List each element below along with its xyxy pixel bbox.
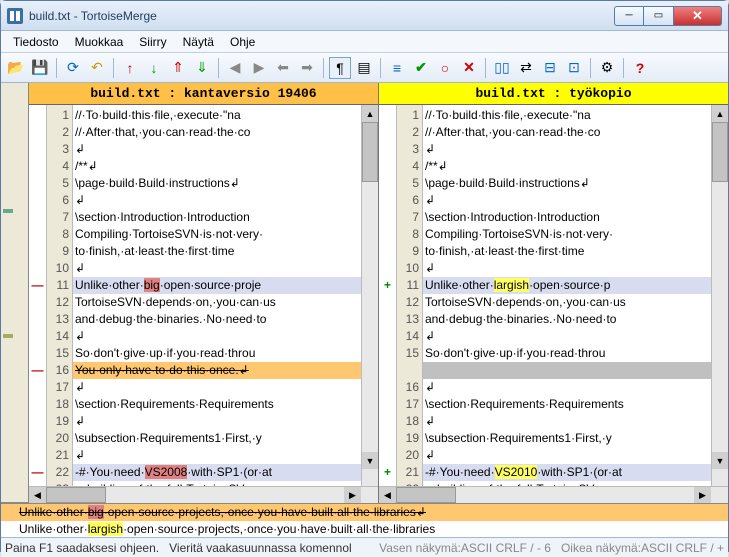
left-block-icon[interactable]: ◀ — [224, 57, 246, 79]
right-code[interactable]: //·To·build·this·file,·execute·"na//·Aft… — [423, 105, 711, 486]
status-left-view: Vasen näkymä:ASCII CRLF / - 6 — [379, 541, 551, 555]
menu-help[interactable]: Ohje — [222, 33, 263, 51]
next-conflict-icon[interactable]: ⇓ — [191, 57, 213, 79]
prev-diff-icon[interactable]: ↑ — [119, 57, 141, 79]
save-icon[interactable]: 💾 — [29, 57, 51, 79]
status-right-view: Oikea näkymä:ASCII CRLF / + — [561, 541, 724, 555]
right-change-marks: + + — [379, 105, 397, 486]
open-icon[interactable]: 📂 — [5, 57, 27, 79]
help-icon[interactable]: ? — [629, 57, 651, 79]
title-bar: build.txt - TortoiseMerge ─ ▭ ✕ — [1, 1, 728, 31]
inline-diff-icon[interactable]: ▤ — [353, 57, 375, 79]
prev-conflict-icon[interactable]: ⇑ — [167, 57, 189, 79]
right-vscroll[interactable]: ▲▼ — [711, 105, 728, 486]
left-code[interactable]: //·To·build·this·file,·execute·"na//·Aft… — [73, 105, 361, 486]
reload-icon[interactable]: ⟳ — [62, 57, 84, 79]
maximize-button[interactable]: ▭ — [644, 6, 674, 26]
diff-added-line: Unlike·other·largish·open·source·project… — [1, 521, 728, 538]
use-left-icon[interactable]: ⬅ — [272, 57, 294, 79]
menu-edit[interactable]: Muokkaa — [67, 33, 132, 51]
undo-icon[interactable]: ↶ — [86, 57, 108, 79]
right-block-icon[interactable]: ▶ — [248, 57, 270, 79]
editor-area: build.txt : kantaversio 19406 — — — 1234… — [1, 83, 728, 503]
window-buttons: ─ ▭ ✕ — [614, 6, 722, 26]
toolbar: 📂 💾 ⟳ ↶ ↑ ↓ ⇑ ⇓ ◀ ▶ ⬅ ➡ ¶ ▤ ≡ ✔ ○ ✕ ▯▯ ⇄… — [1, 53, 728, 83]
menu-goto[interactable]: Siirry — [131, 33, 174, 51]
diff-removed-line: Unlike·other·big·open·source·projects,·o… — [1, 504, 728, 521]
minimize-button[interactable]: ─ — [614, 6, 644, 26]
left-hscroll[interactable]: ◀▶ — [29, 486, 378, 503]
menu-bar: Tiedosto Muokkaa Siirry Näytä Ohje — [1, 31, 728, 53]
overview-strip[interactable] — [1, 83, 29, 503]
left-pane: build.txt : kantaversio 19406 — — — 1234… — [29, 83, 379, 503]
right-pane-title: build.txt : työkopio — [379, 83, 728, 105]
whitespace-icon[interactable]: ¶ — [329, 57, 351, 79]
status-hint: Paina F1 saadaksesi ohjeen. — [5, 541, 159, 555]
menu-view[interactable]: Näytä — [175, 33, 222, 51]
status-bar: Paina F1 saadaksesi ohjeen. Vieritä vaak… — [1, 537, 728, 557]
right-hscroll[interactable]: ◀▶ — [379, 486, 728, 503]
wrap-icon[interactable]: ≡ — [386, 57, 408, 79]
mark-conflict-icon[interactable]: ○ — [434, 57, 456, 79]
two-pane-icon[interactable]: ▯▯ — [491, 57, 513, 79]
collapse-icon[interactable]: ⊟ — [539, 57, 561, 79]
left-line-numbers: 1234567891011121314151617181920212223 — [47, 105, 73, 486]
right-line-numbers: 12345678910111213141516171819202122 — [397, 105, 423, 486]
mark-resolved-icon[interactable]: ✔ — [410, 57, 432, 79]
use-right-icon[interactable]: ➡ — [296, 57, 318, 79]
left-change-marks: — — — — [29, 105, 47, 486]
close-button[interactable]: ✕ — [674, 6, 722, 26]
left-pane-title: build.txt : kantaversio 19406 — [29, 83, 378, 105]
right-pane: build.txt : työkopio + + 123456789101112… — [379, 83, 728, 503]
window-title: build.txt - TortoiseMerge — [29, 9, 614, 23]
menu-file[interactable]: Tiedosto — [5, 33, 67, 51]
cancel-icon[interactable]: ✕ — [458, 57, 480, 79]
switch-icon[interactable]: ⇄ — [515, 57, 537, 79]
status-scroll: Vieritä vaakasuunnassa komennol — [169, 541, 369, 555]
next-diff-icon[interactable]: ↓ — [143, 57, 165, 79]
compare-ws-icon[interactable]: ⊡ — [563, 57, 585, 79]
settings-icon[interactable]: ⚙ — [596, 57, 618, 79]
app-icon — [7, 8, 23, 24]
inline-diff-bar: Unlike·other·big·open·source·projects,·o… — [1, 503, 728, 537]
left-vscroll[interactable]: ▲▼ — [361, 105, 378, 486]
